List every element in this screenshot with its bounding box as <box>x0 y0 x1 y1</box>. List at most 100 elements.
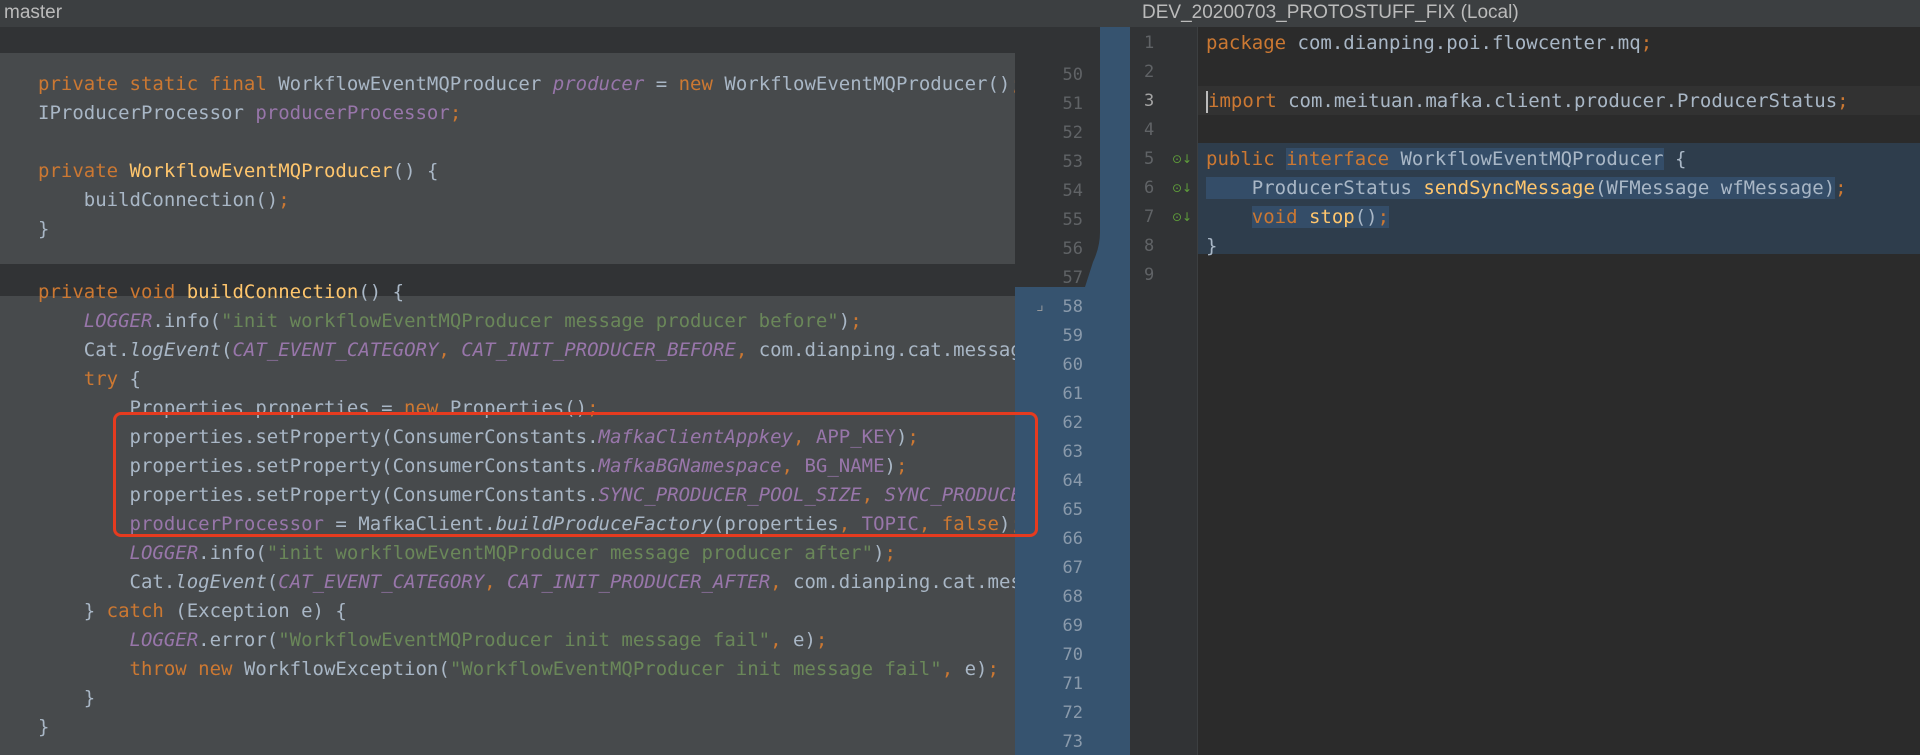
code-token: ( <box>266 571 279 593</box>
code-token: CAT_INIT_PRODUCER_BEFORE <box>461 339 736 361</box>
code-token: ; <box>449 102 462 124</box>
code-line[interactable]: } <box>38 215 49 244</box>
gutter-line-number: 52 <box>1062 123 1083 143</box>
code-token: () { <box>358 281 405 303</box>
code-token: } <box>1206 235 1218 257</box>
gutter-line-number: 57 <box>1062 268 1083 288</box>
code-line[interactable]: } <box>38 713 49 742</box>
code-token: LOGGER <box>129 629 199 651</box>
right-editor-pane[interactable]: 1 2 3 4 5 ⊙↓ 6 ⊙↓ 7 ⊙↓ 8 9 package com.dianping.poi… <box>1130 27 1920 755</box>
gutter-line-number: 72 <box>1062 703 1083 723</box>
right-line-number: 9 <box>1144 265 1155 285</box>
code-token: = <box>644 73 679 95</box>
interface-implemented-icon[interactable]: ⊙↓ <box>1170 149 1194 169</box>
right-line-number: 6 <box>1144 178 1155 198</box>
gutter-line-number: 65 <box>1062 500 1083 520</box>
code-token: import <box>1208 90 1289 112</box>
code-line[interactable]: LOGGER.info("init workflowEventMQProduce… <box>38 539 896 568</box>
gutter-line-number: 60 <box>1062 355 1083 375</box>
right-code-line[interactable]: void stop(); <box>1206 203 1390 232</box>
merge-arrow-icon[interactable]: ⌟ <box>1035 295 1045 314</box>
right-line-number: 7 <box>1144 207 1155 227</box>
code-line[interactable]: } catch (Exception e) { <box>38 597 347 626</box>
code-token: catch <box>106 600 176 622</box>
code-token: producerProcessor <box>255 102 450 124</box>
code-line[interactable]: IProducerProcessor producerProcessor; <box>38 99 461 128</box>
code-token: } <box>38 218 50 240</box>
gutter-line-number: 55 <box>1062 210 1083 230</box>
highlight-annotation-box <box>113 412 1038 537</box>
code-token: , <box>438 339 462 361</box>
code-token: WorkflowException( <box>243 658 450 680</box>
code-line[interactable]: } <box>38 684 95 713</box>
right-code-line[interactable]: public interface WorkflowEventMQProducer… <box>1206 145 1686 174</box>
gutter-line-number: 63 <box>1062 442 1083 462</box>
gutter-line-number: 70 <box>1062 645 1083 665</box>
left-editor-pane[interactable]: private static final WorkflowEventMQProd… <box>0 27 1015 755</box>
right-code-line[interactable]: } <box>1206 232 1217 261</box>
code-token: "WorkflowEventMQProducer init message fa… <box>278 629 771 651</box>
code-token: buildConnection() <box>38 189 279 211</box>
code-token: ; <box>1837 90 1849 112</box>
code-line[interactable]: LOGGER.info("init workflowEventMQProduce… <box>38 307 862 336</box>
code-token: com.dianping.poi.flowcenter.mq <box>1297 32 1641 54</box>
code-line[interactable]: Cat.logEvent(CAT_EVENT_CATEGORY, CAT_INI… <box>38 336 1015 365</box>
code-line[interactable]: LOGGER.error("WorkflowEventMQProducer in… <box>38 626 828 655</box>
code-token: try <box>83 368 130 390</box>
gutter-line-number: 61 <box>1062 384 1083 404</box>
code-token: () <box>1354 206 1378 228</box>
code-token: } <box>38 600 107 622</box>
code-token: interface <box>1286 148 1390 170</box>
gutter-line-number: 56 <box>1062 239 1083 259</box>
code-line[interactable]: Cat.logEvent(CAT_EVENT_CATEGORY, CAT_INI… <box>38 568 1016 597</box>
gutter-line-number: 67 <box>1062 558 1083 578</box>
code-token: private static final <box>38 73 279 95</box>
code-token: .error( <box>198 629 279 651</box>
code-line[interactable]: private static final WorkflowEventMQProd… <box>38 70 1015 99</box>
code-token: ; <box>1377 206 1390 228</box>
diff-gutter: 50 51 52 53 54 55 56 57 58 59 60 61 62 63 64 65 66 67 68 69… <box>1015 27 1130 755</box>
gutter-line-number: 50 <box>1062 65 1083 85</box>
code-token: { <box>1663 148 1687 170</box>
code-token: (Exception e) { <box>175 600 347 622</box>
code-token: package <box>1206 32 1298 54</box>
code-line[interactable]: private WorkflowEventMQProducer() { <box>38 157 438 186</box>
code-token: ; <box>884 542 896 564</box>
code-token: e) <box>964 658 988 680</box>
gutter-line-number: 68 <box>1062 587 1083 607</box>
code-line[interactable]: try { <box>38 365 141 394</box>
interface-implemented-icon[interactable]: ⊙↓ <box>1170 207 1194 227</box>
code-token: , <box>770 571 794 593</box>
code-token: , <box>484 571 508 593</box>
code-token: producer <box>552 73 645 95</box>
gutter-line-number: 73 <box>1062 732 1083 752</box>
code-token: , <box>941 658 965 680</box>
right-code-line[interactable]: import com.meituan.mafka.client.producer… <box>1206 87 1849 116</box>
code-line[interactable]: throw new WorkflowException("WorkflowEve… <box>38 655 999 684</box>
code-token: com.dianping.cat.message <box>758 339 1015 361</box>
code-token: CAT_INIT_PRODUCER_AFTER <box>507 571 771 593</box>
code-token: "init workflowEventMQProducer message pr… <box>221 310 839 332</box>
code-line[interactable]: buildConnection(); <box>38 186 290 215</box>
code-token: } <box>38 687 96 709</box>
code-token: new <box>678 73 725 95</box>
right-line-number: 4 <box>1144 120 1155 140</box>
right-code-line[interactable]: package com.dianping.poi.flowcenter.mq; <box>1206 29 1652 58</box>
code-token: WorkflowEventMQProducer <box>1389 148 1664 170</box>
interface-implemented-icon[interactable]: ⊙↓ <box>1170 178 1194 198</box>
code-line[interactable]: private void buildConnection() { <box>38 278 404 307</box>
code-token: "WorkflowEventMQProducer init message fa… <box>449 658 942 680</box>
code-token: LOGGER <box>83 310 153 332</box>
right-code-line[interactable]: ProducerStatus sendSyncMessage(WFMessage… <box>1206 174 1847 203</box>
gutter-line-number: 51 <box>1062 94 1083 114</box>
code-token: private <box>38 160 130 182</box>
code-token: logEvent <box>129 339 222 361</box>
code-token: .info( <box>152 310 222 332</box>
code-token: , <box>770 629 794 651</box>
code-token: ; <box>1640 32 1653 54</box>
code-token: .info( <box>198 542 267 564</box>
